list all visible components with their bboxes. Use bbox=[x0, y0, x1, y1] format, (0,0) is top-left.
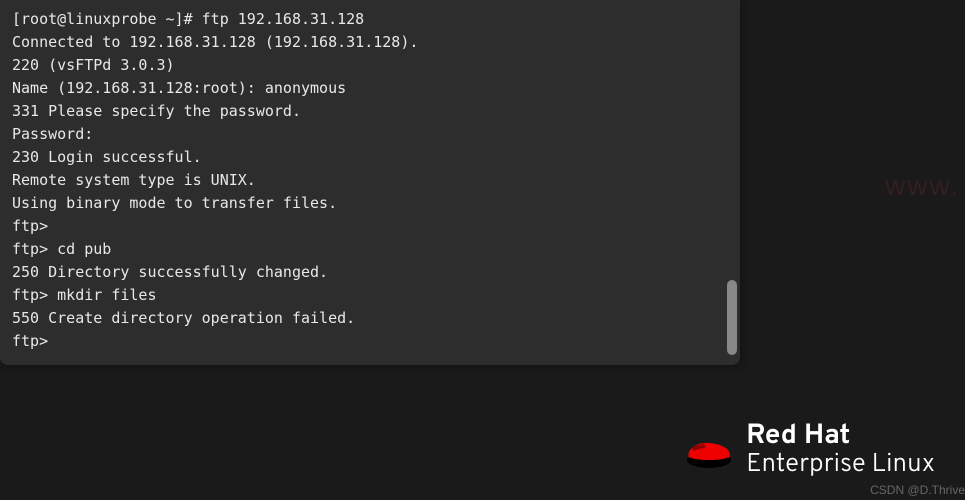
terminal-line: Name (192.168.31.128:root): anonymous bbox=[12, 77, 728, 100]
logo-line2: Enterprise Linux bbox=[746, 451, 935, 480]
credit-text: CSDN @D.Thrive bbox=[870, 483, 965, 497]
terminal-line: 230 Login successful. bbox=[12, 146, 728, 169]
terminal-line: Password: bbox=[12, 123, 728, 146]
terminal-line: ftp> cd pub bbox=[12, 238, 728, 261]
terminal-line: 550 Create directory operation failed. bbox=[12, 307, 728, 330]
watermark-text: www. bbox=[885, 170, 960, 202]
terminal-line: ftp> bbox=[12, 215, 728, 238]
terminal-line: Using binary mode to transfer files. bbox=[12, 192, 728, 215]
terminal-line: [root@linuxprobe ~]# ftp 192.168.31.128 bbox=[12, 8, 728, 31]
redhat-logo-text: Red Hat Enterprise Linux bbox=[746, 421, 935, 480]
scrollbar-thumb[interactable] bbox=[727, 280, 737, 355]
terminal-line: 220 (vsFTPd 3.0.3) bbox=[12, 54, 728, 77]
terminal-line: ftp> bbox=[12, 330, 728, 353]
terminal-window[interactable]: [root@linuxprobe ~]# ftp 192.168.31.128 … bbox=[0, 0, 740, 365]
redhat-fedora-icon bbox=[684, 430, 734, 470]
terminal-line: Remote system type is UNIX. bbox=[12, 169, 728, 192]
logo-line1: Red Hat bbox=[746, 421, 935, 452]
terminal-line: 331 Please specify the password. bbox=[12, 100, 728, 123]
redhat-logo-area: Red Hat Enterprise Linux bbox=[684, 421, 935, 480]
terminal-line: Connected to 192.168.31.128 (192.168.31.… bbox=[12, 31, 728, 54]
terminal-line: 250 Directory successfully changed. bbox=[12, 261, 728, 284]
terminal-line: ftp> mkdir files bbox=[12, 284, 728, 307]
